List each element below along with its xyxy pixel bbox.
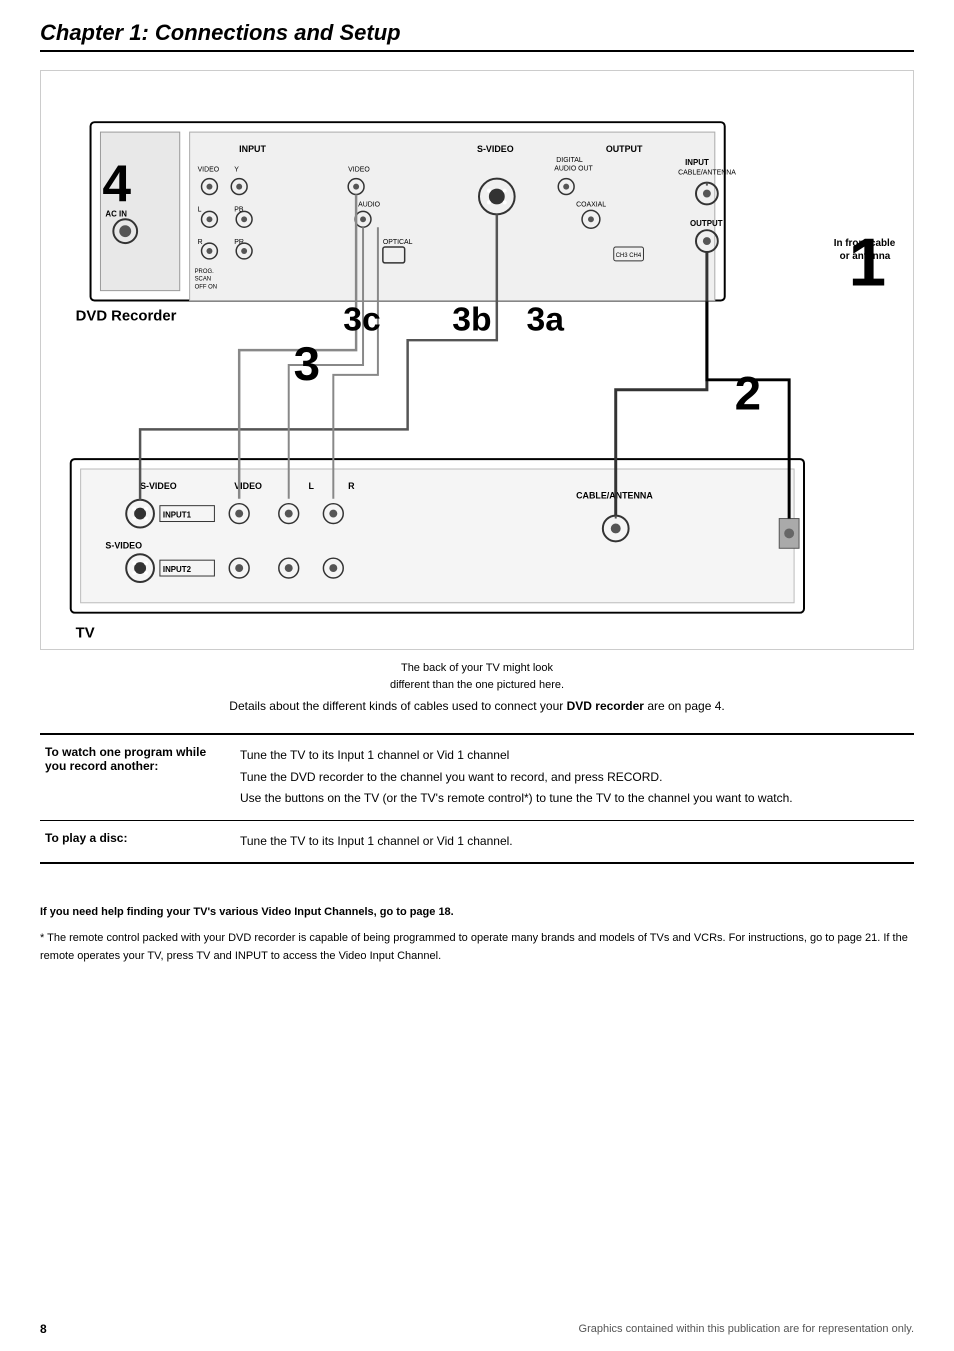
svg-text:3a: 3a (527, 301, 565, 338)
details-line: Details about the different kinds of cab… (40, 699, 914, 713)
diagram-note-line2: different than the one pictured here. (390, 679, 564, 691)
footer-note-1-text: If you need help finding your TV's vario… (40, 906, 454, 918)
svg-text:TV: TV (76, 625, 95, 641)
info-row-0: To watch one program whileyou record ano… (40, 735, 914, 821)
svg-text:4: 4 (102, 154, 131, 212)
details-bold: DVD recorder (567, 699, 644, 713)
svg-text:L: L (309, 481, 315, 491)
info-table: To watch one program whileyou record ano… (40, 733, 914, 864)
svg-text:Y: Y (234, 167, 239, 174)
svg-text:AUDIO OUT: AUDIO OUT (554, 166, 593, 173)
svg-text:COAXIAL: COAXIAL (576, 201, 606, 208)
diagram-note-line1: The back of your TV might look (401, 662, 553, 674)
svg-text:S-VIDEO: S-VIDEO (140, 481, 177, 491)
svg-text:SCAN: SCAN (195, 277, 212, 283)
svg-text:INPUT: INPUT (239, 144, 266, 154)
diagram-area: AC IN 4 INPUT S-VIDEO OUTPUT VIDEO Y L (40, 70, 914, 650)
info-content-1: Tune the TV to its Input 1 channel or Vi… (240, 831, 914, 853)
svg-text:INPUT1: INPUT1 (163, 511, 192, 520)
svg-text:S-VIDEO: S-VIDEO (477, 144, 514, 154)
svg-text:L: L (198, 206, 202, 213)
svg-text:CH3 CH4: CH3 CH4 (616, 253, 642, 259)
svg-text:VIDEO: VIDEO (198, 167, 220, 174)
svg-text:OUTPUT: OUTPUT (690, 219, 723, 228)
page-bottom: 8 Graphics contained within this publica… (40, 1322, 914, 1336)
svg-text:VIDEO: VIDEO (348, 167, 370, 174)
svg-text:R: R (348, 481, 355, 491)
svg-text:OFF ON: OFF ON (195, 285, 217, 291)
svg-text:CABLE/ANTENNA: CABLE/ANTENNA (678, 170, 736, 177)
footer-notes: If you need help finding your TV's vario… (40, 904, 914, 965)
svg-text:DIGITAL: DIGITAL (556, 157, 583, 164)
svg-text:PROG.: PROG. (195, 269, 214, 275)
svg-text:In from cable: In from cable (834, 238, 896, 249)
svg-text:AUDIO: AUDIO (358, 201, 381, 208)
diagram-note: The back of your TV might look different… (40, 660, 914, 693)
svg-text:S-VIDEO: S-VIDEO (105, 540, 142, 550)
info-label-1: To play a disc: (40, 831, 240, 853)
footer-caption: Graphics contained within this publicati… (579, 1323, 914, 1335)
svg-text:OPTICAL: OPTICAL (383, 239, 413, 246)
svg-text:3: 3 (294, 338, 320, 391)
svg-text:3b: 3b (452, 301, 491, 338)
svg-text:INPUT2: INPUT2 (163, 565, 192, 574)
footer-note-2: * The remote control packed with your DV… (40, 930, 914, 965)
info-row-1: To play a disc: Tune the TV to its Input… (40, 821, 914, 863)
details-prefix: Details about the different kinds of cab… (229, 699, 566, 713)
svg-text:DVD Recorder: DVD Recorder (76, 308, 177, 324)
page-container: Chapter 1: Connections and Setup AC IN 4… (0, 0, 954, 1351)
svg-text:INPUT: INPUT (685, 158, 709, 167)
svg-text:2: 2 (735, 368, 761, 421)
svg-text:or antenna: or antenna (840, 251, 891, 262)
details-suffix: are on page 4. (644, 699, 725, 713)
info-label-0: To watch one program whileyou record ano… (40, 745, 240, 810)
page-number: 8 (40, 1322, 47, 1336)
chapter-title: Chapter 1: Connections and Setup (40, 20, 401, 45)
svg-text:1: 1 (849, 226, 886, 301)
svg-text:OUTPUT: OUTPUT (606, 144, 643, 154)
chapter-header: Chapter 1: Connections and Setup (40, 20, 914, 52)
info-content-0: Tune the TV to its Input 1 channel or Vi… (240, 745, 914, 810)
svg-text:R: R (198, 239, 203, 246)
connection-diagram: AC IN 4 INPUT S-VIDEO OUTPUT VIDEO Y L (41, 71, 913, 649)
svg-text:3c: 3c (343, 301, 380, 338)
footer-note-1: If you need help finding your TV's vario… (40, 904, 914, 922)
